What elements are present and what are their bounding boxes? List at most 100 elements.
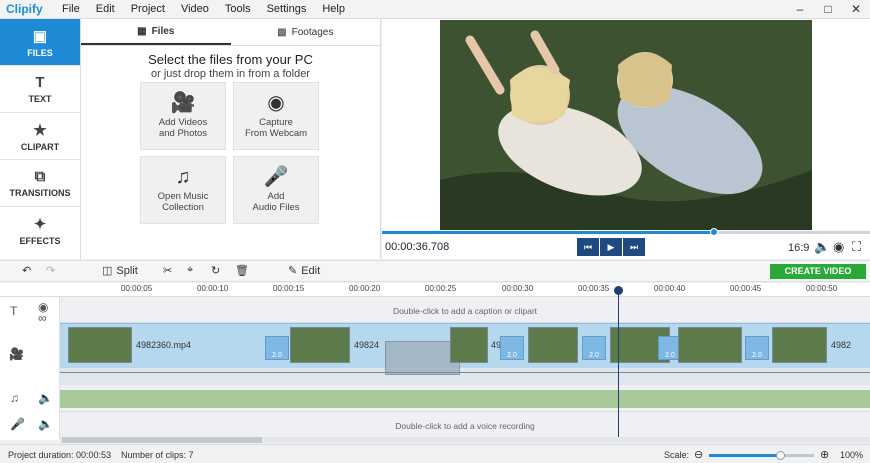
caption-track[interactable]: Double-click to add a caption or clipart [60,297,870,323]
video-clip[interactable] [290,327,350,363]
sidebar-item-effects[interactable]: ✦ EFFECTS [0,207,80,254]
video-clip[interactable] [772,327,827,363]
seek-handle[interactable] [709,228,718,236]
volume-line[interactable] [60,372,870,373]
film-camera-icon: 🎥 [170,92,196,114]
minimize-icon[interactable]: – [786,0,814,19]
tile-label: From Webcam [244,128,308,139]
sidebar-item-text[interactable]: T TEXT [0,66,80,113]
tile-label: Audio Files [252,202,300,213]
sidebar-item-files[interactable]: ▣ FILES [0,19,80,66]
tab-label: Files [151,25,175,37]
edit-button[interactable]: ✎ Edit [288,264,320,278]
tile-label: Collection [162,202,204,213]
voice-track[interactable]: Double-click to add a voice recording [60,411,870,437]
menu-edit[interactable]: Edit [88,3,123,15]
tile-label: Add Videos [158,117,208,128]
create-video-button[interactable]: CREATE VIDEO [770,264,866,279]
play-button[interactable]: ▶ [600,238,622,256]
menu-tools[interactable]: Tools [217,3,259,15]
ruler-tick: 00:00:15 [273,284,305,293]
transition-icon[interactable]: 2.0 [745,336,769,360]
video-clip[interactable] [528,327,578,363]
text-icon: T [35,74,45,91]
delete-icon[interactable]: 🗑 [235,264,249,277]
transition-icon[interactable]: 2.0 [500,336,524,360]
fullscreen-icon[interactable]: ⛶ [852,239,861,255]
cut-icon[interactable]: ✂ [163,264,172,277]
capture-webcam-button[interactable]: ◉ Capture From Webcam [233,82,319,150]
ruler-tick: 00:00:20 [349,284,381,293]
split-icon: ◫ [102,265,113,277]
transition-icon[interactable]: 2.0 [265,336,289,360]
panel-title: Select the files from your PC [148,52,313,67]
preview-seek-bar[interactable] [382,228,870,236]
undo-icon[interactable]: ↶ [22,264,31,277]
zoom-handle[interactable] [776,451,786,460]
speaker-icon[interactable]: 🔈 [38,391,53,405]
seek-progress [382,231,714,234]
crop-icon[interactable]: ⌖ [187,264,193,277]
music-track-icon: ♫ [10,391,19,405]
transition-icon[interactable]: 2.0 [582,336,606,360]
menu-project[interactable]: Project [123,3,173,15]
clip-name: 49824 [354,340,380,350]
zoom-fill [709,454,781,457]
aspect-ratio-button[interactable]: 16:9 [788,242,809,254]
timeline-scrollbar[interactable] [60,437,870,443]
zoom-slider[interactable] [709,451,814,460]
split-button[interactable]: ◫ Split [102,264,138,278]
voice-track-icon: 🎤 [10,417,25,431]
zoom-in-icon[interactable]: ⊕ [820,448,829,461]
edit-icon: ✎ [288,265,298,277]
add-audio-files-button[interactable]: 🎤 Add Audio Files [233,156,319,224]
time-ruler[interactable]: 00:00:05 00:00:10 00:00:15 00:00:20 00:0… [0,283,870,297]
sidebar-item-label: TRANSITIONS [9,188,71,198]
rotate-icon[interactable]: ↻ [211,264,220,277]
link-icon[interactable]: ∞ [38,311,47,325]
caption-hint: Double-click to add a caption or clipart [392,306,538,316]
split-label: Split [116,264,138,277]
sidebar-item-transitions[interactable]: ⧉ TRANSITIONS [0,160,80,207]
magic-wand-icon: ✦ [33,216,47,233]
ruler-tick: 00:00:10 [197,284,229,293]
timecode: 00:00:36.708 [385,241,450,253]
snapshot-camera-icon[interactable]: ◉ [833,239,844,255]
video-clip[interactable] [678,327,742,363]
speaker-icon[interactable]: 🔈 [38,417,53,431]
ruler-tick: 00:00:25 [425,284,457,293]
menu-file[interactable]: File [54,3,88,15]
clip-name: 4982 [831,340,852,350]
menu-help[interactable]: Help [314,3,353,15]
star-icon: ★ [33,121,47,139]
add-videos-photos-button[interactable]: 🎥 Add Videos and Photos [140,82,226,150]
sidebar-item-clipart[interactable]: ★ CLIPART [0,113,80,160]
zoom-out-icon[interactable]: ⊖ [694,448,703,461]
music-track[interactable] [60,386,870,410]
video-track-icon: 🎥 [9,347,24,361]
menu-video[interactable]: Video [173,3,217,15]
redo-icon[interactable]: ↷ [46,264,55,277]
video-clip[interactable] [68,327,132,363]
tab-files[interactable]: ▦ Files [81,19,231,45]
menu-settings[interactable]: Settings [259,3,315,15]
tab-label: Footages [291,26,334,38]
playhead-handle[interactable] [614,286,623,295]
next-frame-button[interactable]: ⏭ [623,238,645,256]
maximize-icon[interactable]: □ [814,0,842,19]
volume-icon[interactable]: 🔈 [814,239,830,255]
close-icon[interactable]: ✕ [842,0,870,19]
image-icon: ▦ [137,25,147,37]
open-music-collection-button[interactable]: ♫ Open Music Collection [140,156,226,224]
app-logo: Clipify [6,2,43,16]
video-track[interactable]: 4982360.mp4 2.0 49824 49 2.0 2.0 2.0 2.0… [60,323,870,385]
sidebar-item-label: CLIPART [20,141,60,152]
scrollbar-thumb[interactable] [62,437,262,443]
panel-tabs: ▦ Files ▩ Footages [81,19,380,46]
dragged-clip[interactable] [385,341,460,375]
previous-frame-button[interactable]: ⏮ [577,238,599,256]
tab-footages[interactable]: ▩ Footages [231,19,381,45]
video-clip[interactable] [450,327,488,363]
tile-label: Open Music [157,191,209,202]
ruler-tick: 00:00:30 [502,284,534,293]
